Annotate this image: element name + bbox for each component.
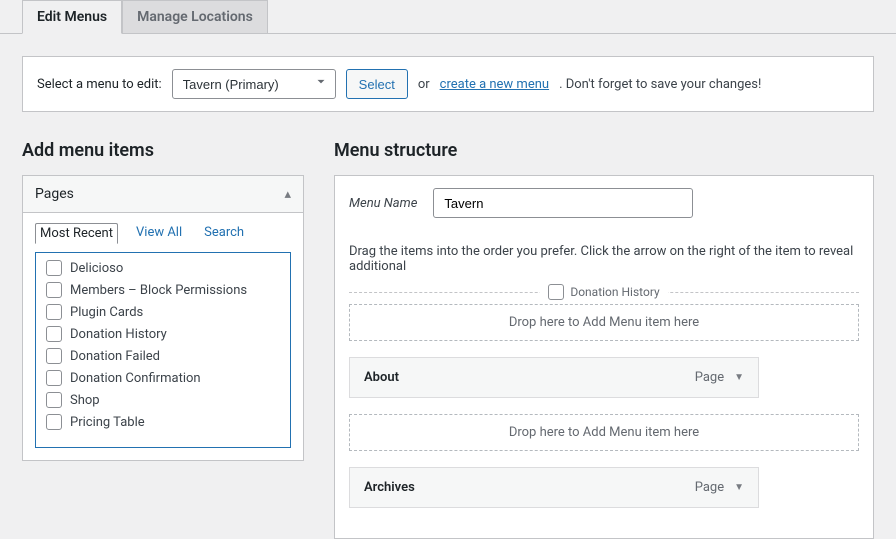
list-item-label: Donation History [70,327,167,342]
list-item[interactable]: Delicioso [36,257,290,279]
subtab-view-all[interactable]: View All [132,223,186,244]
checkbox[interactable] [46,370,62,386]
list-item-label: Plugin Cards [70,305,143,320]
list-item-label: Delicioso [70,261,123,276]
list-item[interactable]: Members – Block Permissions [36,279,290,301]
list-item-label: Pricing Table [70,415,145,430]
subtab-most-recent[interactable]: Most Recent [35,223,118,244]
or-text: or [418,77,430,92]
add-menu-items-heading: Add menu items [22,140,304,161]
checkbox[interactable] [46,348,62,364]
menu-item-title: About [364,370,399,385]
select-button[interactable]: Select [346,69,408,99]
subtab-search[interactable]: Search [200,223,248,244]
list-item[interactable]: Donation History [36,323,290,345]
menu-structure-body: Drag the items into the order you prefer… [334,230,874,539]
main-tabs: Edit Menus Manage Locations [0,0,896,34]
checkbox[interactable] [46,414,62,430]
accordion-title: Pages [35,186,74,202]
list-item-label: Members – Block Permissions [70,283,247,298]
checkbox[interactable] [548,284,564,300]
caret-down-icon[interactable]: ▼ [734,482,744,493]
menu-name-input[interactable] [433,188,693,218]
checkbox[interactable] [46,282,62,298]
checkbox[interactable] [46,326,62,342]
menu-name-row: Menu Name [334,175,874,230]
tab-edit-menus[interactable]: Edit Menus [22,0,122,34]
drop-zone[interactable]: Drop here to Add Menu item here [349,304,859,341]
drag-label-text: Donation History [570,285,659,299]
checkbox[interactable] [46,304,62,320]
list-item-label: Donation Confirmation [70,371,201,386]
menu-select-row: Select a menu to edit: Tavern (Primary) … [22,56,874,112]
list-item-label: Donation Failed [70,349,160,364]
menu-select-dropdown[interactable]: Tavern (Primary) [172,69,336,99]
select-menu-label: Select a menu to edit: [37,77,162,92]
menu-item-type: Page [695,370,724,385]
structure-hint: Drag the items into the order you prefer… [349,244,859,274]
menu-item-about[interactable]: About Page ▼ [349,357,759,398]
list-item[interactable]: Donation Confirmation [36,367,290,389]
drop-zone[interactable]: Drop here to Add Menu item here [349,414,859,451]
caret-up-icon: ▴ [284,187,291,202]
caret-down-icon[interactable]: ▼ [734,372,744,383]
pages-subtabs: Most Recent View All Search [23,213,303,252]
tab-manage-locations[interactable]: Manage Locations [122,0,268,33]
menu-item-title: Archives [364,480,415,495]
dragging-item-label: Donation History [349,284,859,300]
menu-name-label: Menu Name [349,196,417,211]
list-item-label: Shop [70,393,100,408]
pages-list[interactable]: Delicioso Members – Block Permissions Pl… [35,252,291,448]
reminder-text: . Don't forget to save your changes! [559,77,761,92]
menu-item-archives[interactable]: Archives Page ▼ [349,467,759,508]
list-item[interactable]: Pricing Table [36,411,290,433]
pages-accordion: Pages ▴ Most Recent View All Search Deli… [22,175,304,461]
menu-structure-heading: Menu structure [334,140,874,161]
menu-item-type: Page [695,480,724,495]
list-item[interactable]: Plugin Cards [36,301,290,323]
checkbox[interactable] [46,260,62,276]
create-new-menu-link[interactable]: create a new menu [440,77,549,92]
checkbox[interactable] [46,392,62,408]
list-item[interactable]: Shop [36,389,290,411]
list-item[interactable]: Donation Failed [36,345,290,367]
pages-accordion-header[interactable]: Pages ▴ [23,176,303,213]
